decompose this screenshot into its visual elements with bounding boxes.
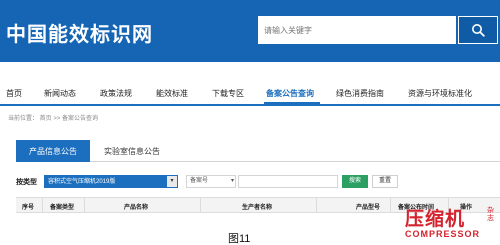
search-box	[258, 16, 498, 44]
column-divider	[316, 198, 317, 212]
nav-item-home[interactable]: 首页	[6, 88, 22, 99]
keyword-input[interactable]	[238, 175, 338, 188]
nav-active-indicator	[264, 102, 320, 105]
watermark: 压缩机 杂志 COMPRESSOR	[405, 204, 500, 245]
nav-item-policy[interactable]: 政策法规	[100, 88, 132, 99]
col-header-filing-type: 备案类型	[50, 205, 75, 211]
column-divider	[42, 198, 43, 212]
col-header-product-name: 产品名称	[124, 205, 149, 211]
type-label: 按类型	[16, 179, 37, 186]
main-nav: 首页 新闻动态 政策法规 能效标准 下载专区 备案公告查询 绿色消费指南 资源与…	[0, 84, 500, 106]
watermark-side: 杂志	[487, 206, 494, 222]
field-select[interactable]: 备案号 ▾	[186, 175, 236, 188]
search-button[interactable]	[458, 16, 498, 44]
breadcrumb: 当前位置： 首页 >> 备案公告查询	[8, 116, 99, 122]
tab-bar: 产品信息公告 实验室信息公告	[16, 140, 500, 162]
nav-item-resource-standards[interactable]: 资源与环境标准化	[408, 88, 472, 99]
watermark-title: 压缩机	[405, 208, 466, 230]
col-header-manufacturer: 生产者名称	[242, 205, 273, 211]
site-header: 中国能效标识网	[0, 0, 500, 62]
tab-product-info[interactable]: 产品信息公告	[16, 140, 90, 162]
nav-item-filing-query[interactable]: 备案公告查询	[266, 88, 314, 99]
chevron-down-icon: ▾	[230, 178, 234, 184]
search-input[interactable]	[258, 16, 456, 44]
column-divider	[84, 198, 85, 212]
nav-item-downloads[interactable]: 下载专区	[212, 88, 244, 99]
type-select-value: 容积式空气压缩机2019版	[48, 179, 116, 185]
filter-row: 按类型 容积式空气压缩机2019版 ▾ 备案号 ▾ 搜索 重置	[16, 175, 500, 189]
chevron-down-icon: ▾	[167, 176, 177, 187]
search-icon	[472, 24, 485, 37]
column-divider	[390, 198, 391, 212]
tab-lab-info[interactable]: 实验室信息公告	[104, 146, 160, 157]
site-logo[interactable]: 中国能效标识网	[6, 18, 153, 47]
nav-item-standards[interactable]: 能效标准	[156, 88, 188, 99]
type-select[interactable]: 容积式空气压缩机2019版 ▾	[44, 175, 178, 188]
search-filter-button[interactable]: 搜索	[342, 175, 368, 188]
nav-item-green-guide[interactable]: 绿色消费指南	[336, 88, 384, 99]
figure-caption: 图11	[228, 233, 251, 245]
col-header-model: 产品型号	[356, 205, 381, 211]
nav-item-news[interactable]: 新闻动态	[44, 88, 76, 99]
field-select-value: 备案号	[190, 178, 209, 184]
col-header-index: 序号	[22, 205, 35, 211]
reset-button[interactable]: 重置	[372, 175, 398, 188]
column-divider	[200, 198, 201, 212]
watermark-subtitle: COMPRESSOR	[405, 229, 481, 239]
page: 中国能效标识网 首页 新闻动态 政策法规 能效标准 下载专区 备案公告查询 绿色…	[0, 0, 500, 245]
